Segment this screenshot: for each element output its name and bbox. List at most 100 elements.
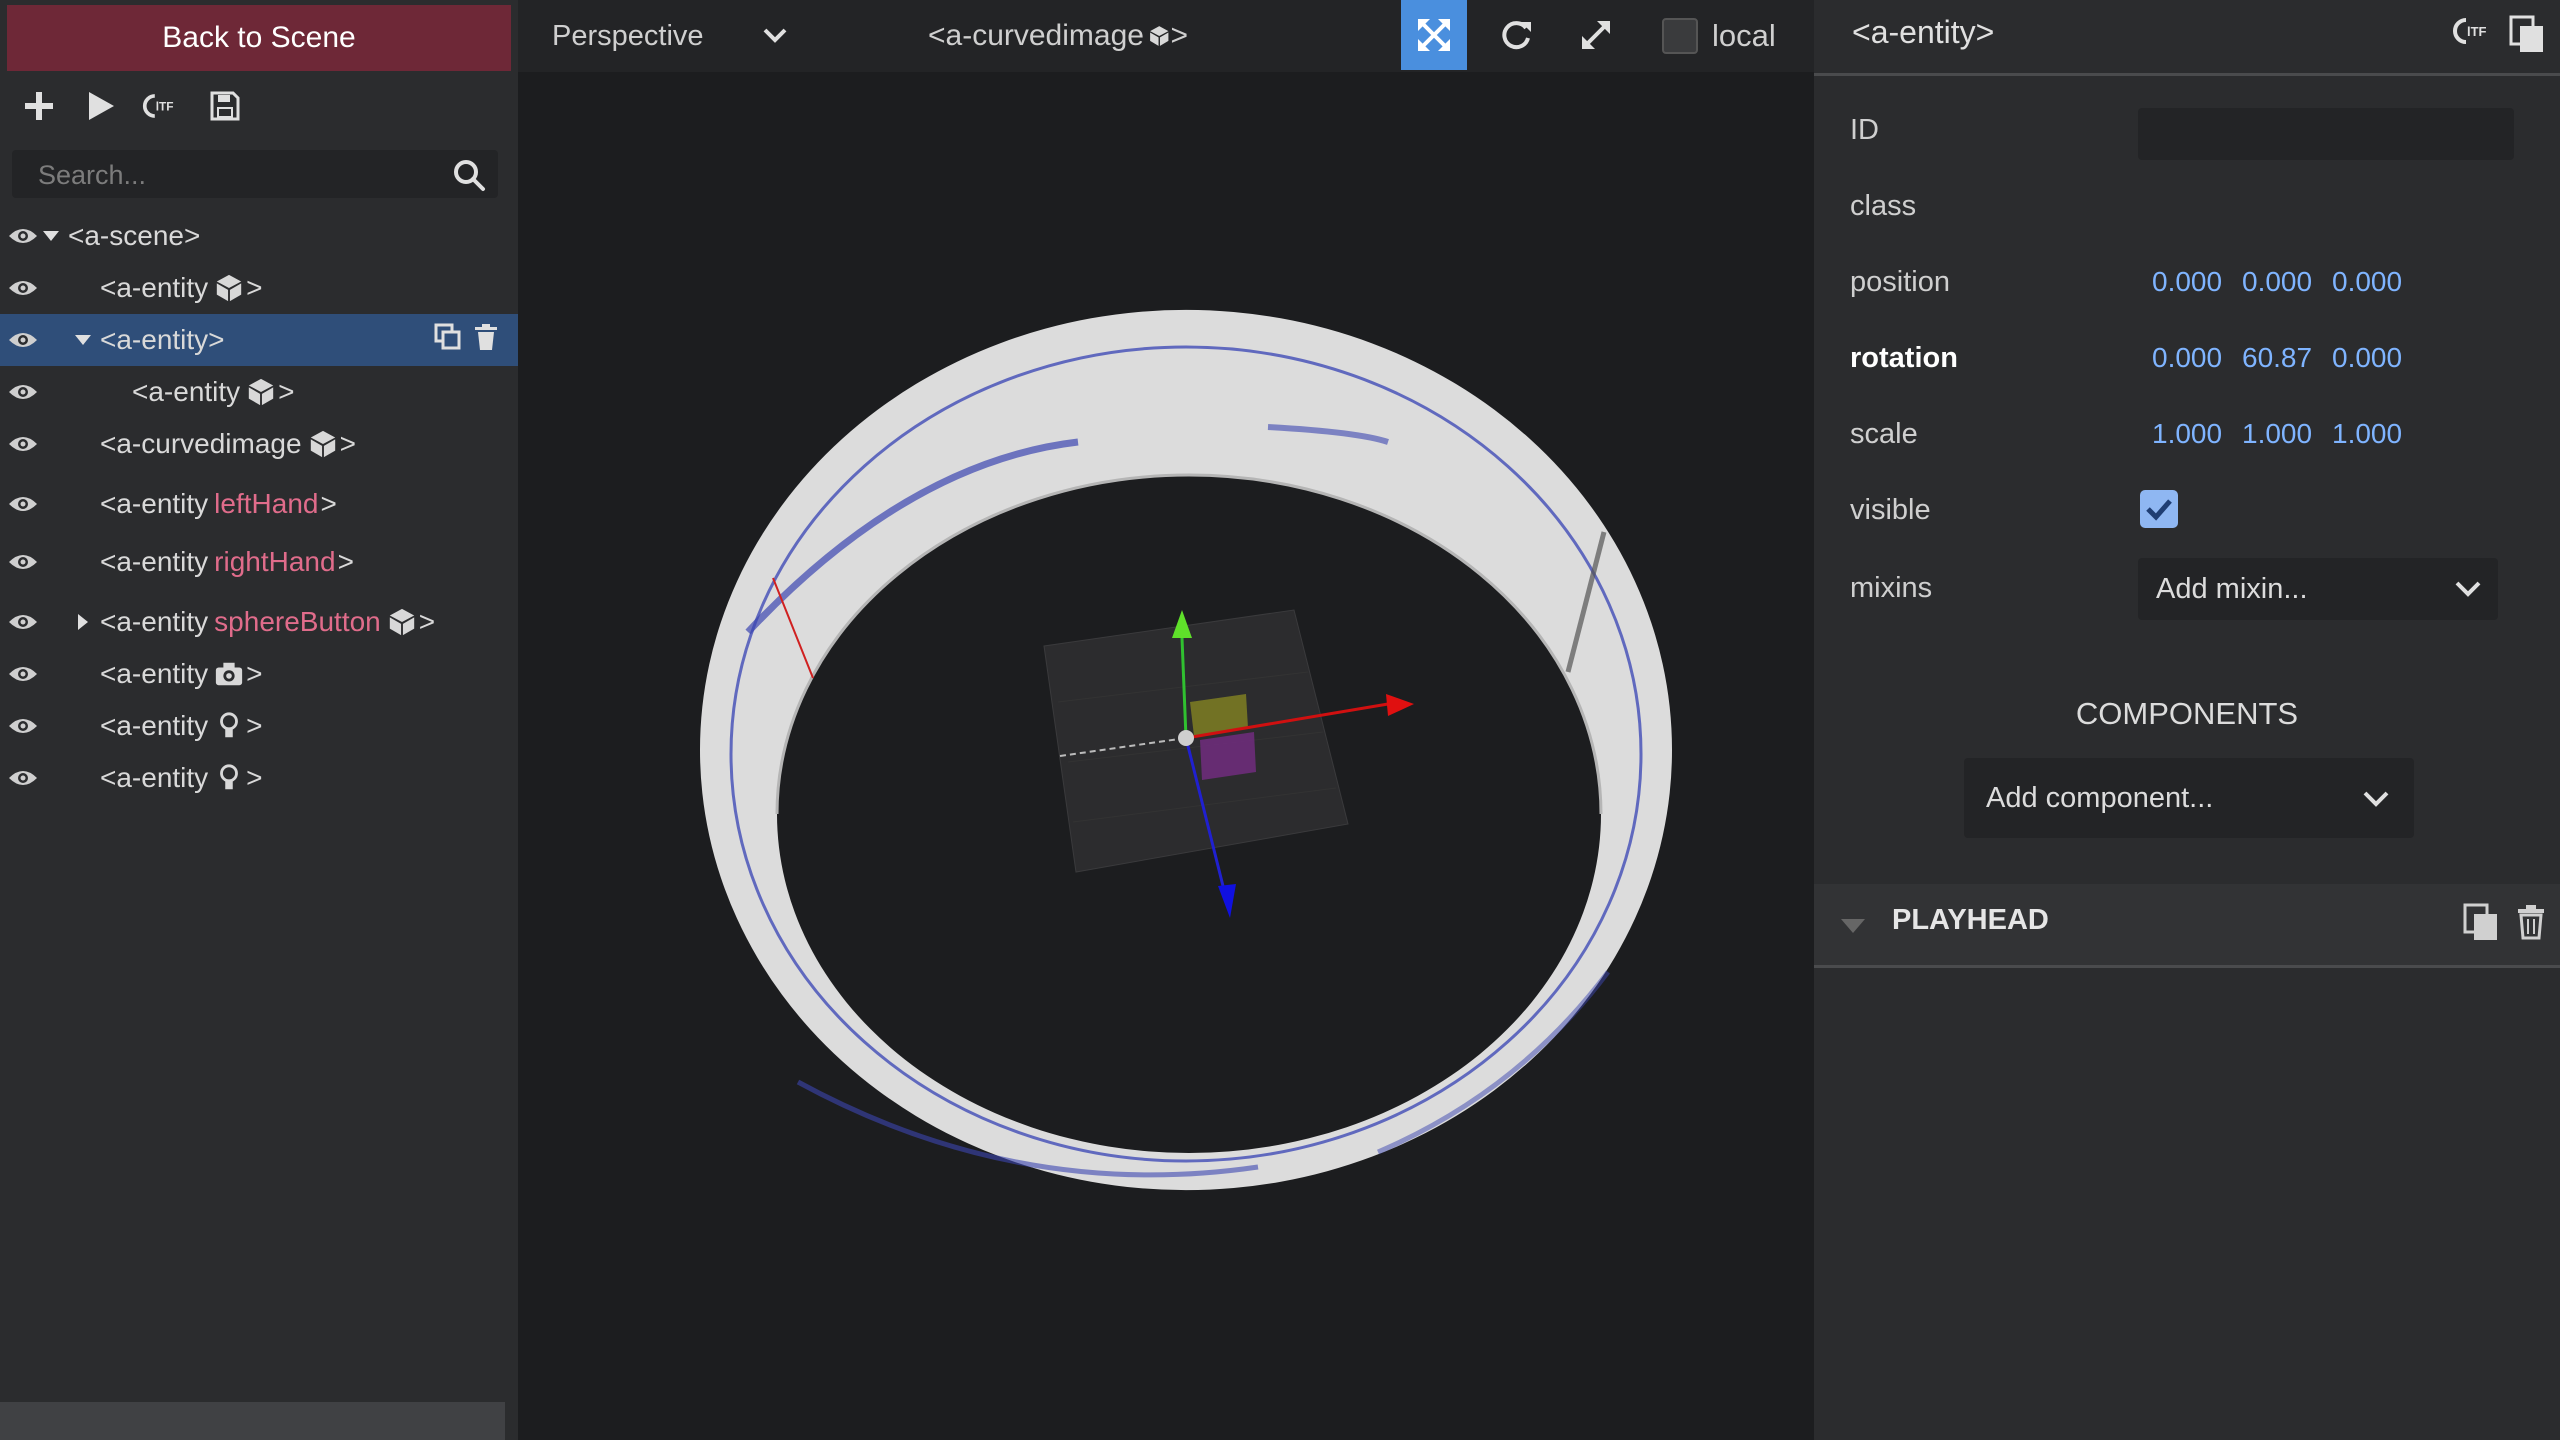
entity-tag-close: >: [246, 710, 263, 741]
entity-tag: <a-entity: [100, 488, 209, 519]
playhead-component-header[interactable]: PLAYHEAD: [1814, 884, 2560, 968]
entity-tag: <a-entity: [100, 658, 209, 689]
eye-icon[interactable]: [8, 752, 38, 804]
tree-row[interactable]: <a-entity sphereButton >: [0, 596, 518, 648]
copy-html-icon[interactable]: [2508, 14, 2546, 54]
scale-x-input[interactable]: 1.000: [2152, 418, 2222, 450]
trash-icon[interactable]: [474, 323, 498, 358]
expand-icon: [1582, 21, 1610, 49]
add-component-label: Add component...: [1986, 781, 2214, 814]
horizontal-scrollbar[interactable]: [0, 1402, 505, 1440]
search-box: [12, 150, 498, 200]
tree-row[interactable]: <a-entity>: [0, 700, 518, 752]
search-input[interactable]: [36, 150, 440, 200]
tree-row[interactable]: <a-entity rightHand >: [0, 536, 518, 588]
checkmark-icon: [2146, 499, 2172, 521]
trash-icon[interactable]: [2516, 904, 2546, 940]
mixins-label: mixins: [1850, 571, 1933, 604]
id-input[interactable]: [2138, 108, 2514, 160]
play-icon[interactable]: [80, 86, 122, 126]
rotation-y-input[interactable]: 60.87: [2242, 342, 2312, 374]
tree-row-label: <a-entity >: [100, 648, 263, 700]
tree-row[interactable]: <a-entity>: [0, 314, 518, 366]
position-label: position: [1850, 265, 1950, 298]
viewport-toolbar: Perspective <a-curvedimage > local: [518, 0, 1814, 72]
class-label: class: [1850, 189, 1917, 222]
caret-right-icon[interactable]: [74, 596, 92, 648]
tree-row-label: <a-curvedimage >: [100, 418, 356, 470]
copy-icon[interactable]: [2462, 902, 2500, 942]
eye-icon[interactable]: [8, 210, 38, 262]
tree-row-label: <a-scene>: [68, 210, 200, 262]
collapse-caret-icon[interactable]: [1840, 918, 1866, 934]
eye-icon[interactable]: [8, 700, 38, 752]
camera-icon: [216, 662, 243, 686]
back-to-scene-button[interactable]: Back to Scene: [7, 5, 511, 71]
eye-icon[interactable]: [8, 366, 38, 418]
selected-entity-tag-close: >: [1170, 19, 1188, 52]
tree-row[interactable]: <a-scene>: [0, 210, 518, 262]
cube-icon: [216, 274, 242, 302]
eye-icon[interactable]: [8, 648, 38, 700]
tree-row[interactable]: <a-entity>: [0, 752, 518, 804]
playhead-title: PLAYHEAD: [1892, 904, 2049, 936]
row-actions: [434, 314, 498, 366]
local-checkbox[interactable]: [1662, 18, 1698, 54]
inspector-title: <a-entity>: [1852, 14, 1995, 50]
eye-icon[interactable]: [8, 262, 38, 314]
scene-viewport[interactable]: Perspective <a-curvedimage > local: [518, 0, 1814, 1440]
gltf-export-icon[interactable]: lTF: [142, 86, 184, 126]
position-y-input[interactable]: 0.000: [2242, 266, 2312, 298]
entity-id: rightHand: [214, 546, 336, 577]
rotation-z-input[interactable]: 0.000: [2332, 342, 2402, 374]
eye-icon[interactable]: [8, 418, 38, 470]
tree-row[interactable]: <a-entity>: [0, 366, 518, 418]
add-component-select[interactable]: Add component...: [1964, 758, 2414, 838]
entity-tag-close: >: [320, 488, 337, 519]
position-z-input[interactable]: 0.000: [2332, 266, 2402, 298]
rotation-x-input[interactable]: 0.000: [2152, 342, 2222, 374]
tree-row[interactable]: <a-entity>: [0, 262, 518, 314]
chevron-down-icon: [2455, 581, 2481, 597]
add-entity-icon[interactable]: [18, 86, 60, 126]
visible-checkbox[interactable]: [2140, 490, 2178, 528]
gltf-export-icon[interactable]: lTF: [2452, 16, 2498, 46]
prop-class: class: [1814, 176, 2560, 236]
rotate-icon: [1502, 21, 1531, 50]
caret-down-icon[interactable]: [74, 314, 92, 366]
prop-mixins: mixins Add mixin...: [1814, 558, 2560, 620]
scale-tool-button[interactable]: [1563, 0, 1629, 70]
light-bulb-icon: [220, 712, 239, 738]
rotate-tool-button[interactable]: [1483, 0, 1549, 70]
clone-icon[interactable]: [434, 323, 462, 358]
eye-icon[interactable]: [8, 478, 38, 530]
search-icon[interactable]: [452, 158, 486, 192]
position-x-input[interactable]: 0.000: [2152, 266, 2222, 298]
save-icon[interactable]: [204, 86, 246, 126]
svg-text:lTF: lTF: [156, 100, 174, 114]
eye-icon[interactable]: [8, 536, 38, 588]
tree-row[interactable]: <a-entity>: [0, 648, 518, 700]
prop-visible: visible: [1814, 480, 2560, 540]
scale-z-input[interactable]: 1.000: [2332, 418, 2402, 450]
eye-icon[interactable]: [8, 596, 38, 648]
entity-tag: <a-curvedimage: [100, 428, 302, 459]
camera-select[interactable]: Perspective: [552, 12, 792, 60]
tree-row-label: <a-entity >: [100, 262, 263, 314]
scale-label: scale: [1850, 417, 1918, 450]
scale-y-input[interactable]: 1.000: [2242, 418, 2312, 450]
tree-row[interactable]: <a-entity leftHand >: [0, 478, 518, 530]
cube-icon: [248, 378, 274, 406]
eye-icon[interactable]: [8, 314, 38, 366]
caret-down-icon[interactable]: [42, 210, 60, 262]
local-space-toggle[interactable]: local: [1662, 18, 1776, 54]
tree-row-label: <a-entity >: [100, 700, 263, 752]
tree-row[interactable]: <a-curvedimage >: [0, 418, 518, 470]
scale-vector: 1.000 1.000 1.000: [2152, 404, 2402, 464]
scene-canvas[interactable]: [518, 72, 1814, 1440]
tree-row-label: <a-entity sphereButton >: [100, 596, 435, 648]
rotation-vector: 0.000 60.87 0.000: [2152, 328, 2402, 388]
translate-tool-button[interactable]: [1401, 0, 1467, 70]
tree-row-label: <a-entity >: [132, 366, 295, 418]
mixin-select[interactable]: Add mixin...: [2138, 558, 2498, 620]
